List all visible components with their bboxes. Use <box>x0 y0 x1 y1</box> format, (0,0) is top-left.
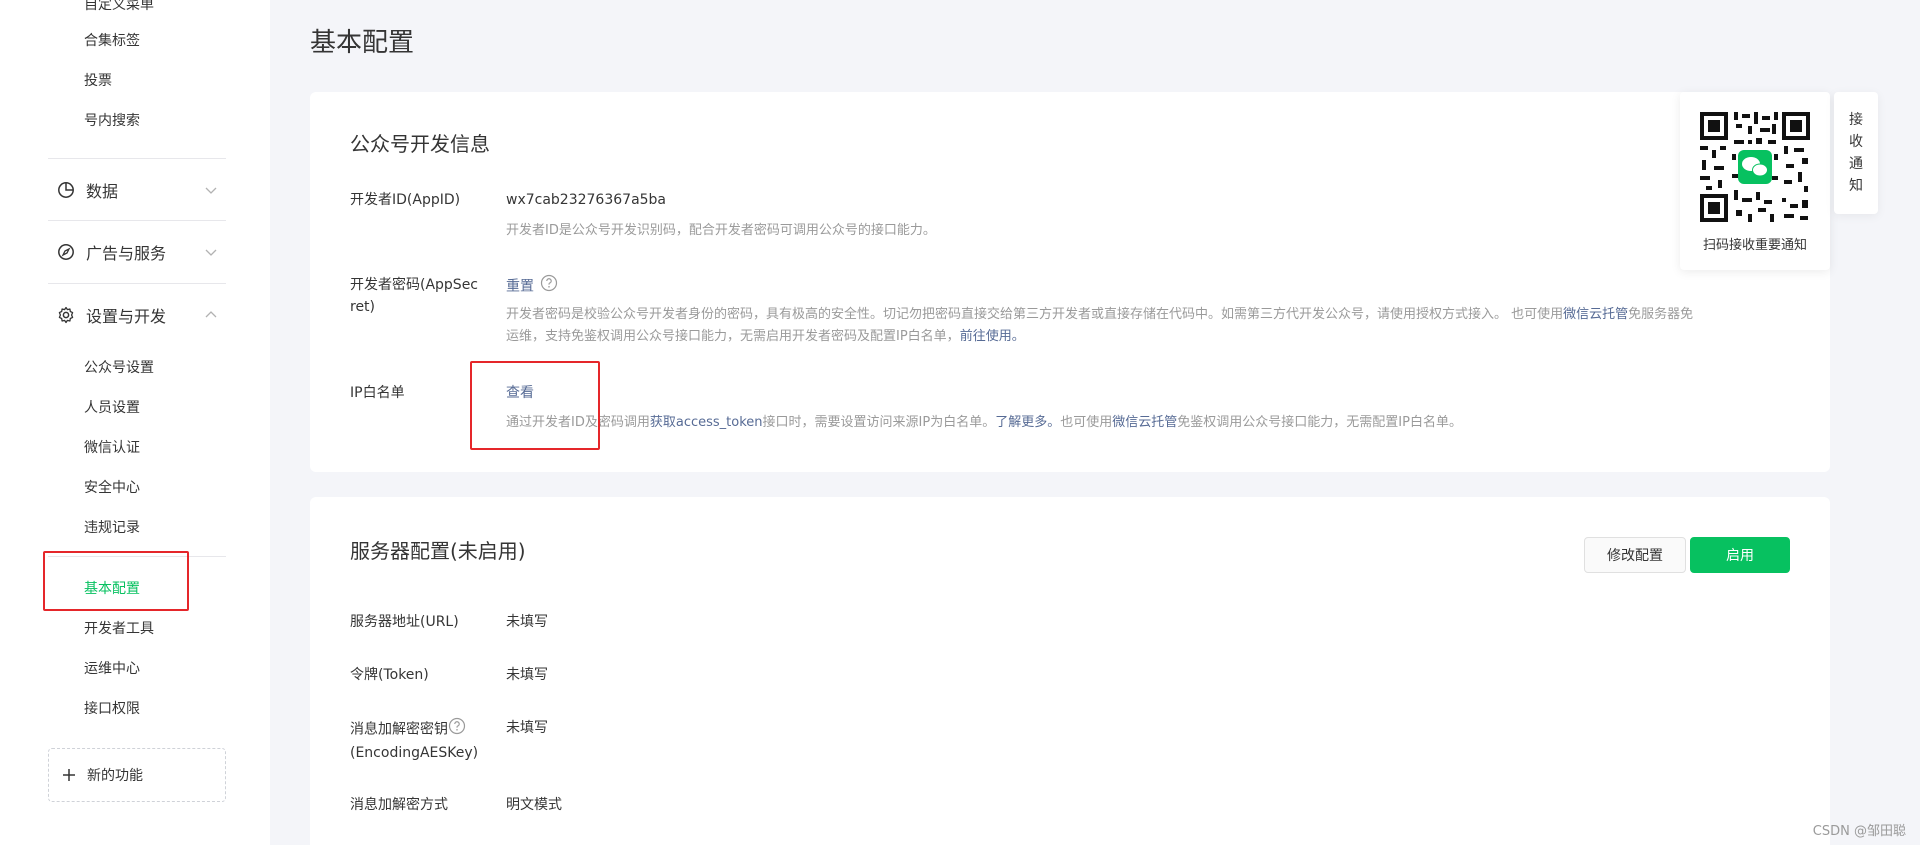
server-url-label: 服务器地址(URL) <box>350 614 459 630</box>
reset-secret-link[interactable]: 重置 <box>506 279 534 295</box>
dev-info-title: 公众号开发信息 <box>350 132 490 156</box>
notify-tab-char: 接 <box>1849 112 1863 128</box>
ip-whitelist-description: 通过开发者ID及密码调用获取access_token接口时，需要设置访问来源IP… <box>506 412 1786 434</box>
appsecret-label-line2: ret) <box>350 299 376 315</box>
appsecret-label: 开发者密码(AppSec ret) <box>350 274 478 318</box>
sidebar-item-wechat-verify[interactable]: 微信认证 <box>84 437 140 457</box>
question-mark-icon[interactable] <box>448 717 466 742</box>
get-access-token-link[interactable]: 获取access_token <box>650 415 763 430</box>
sidebar-group-ads-services[interactable]: 广告与服务 <box>48 232 226 272</box>
annotation-highlight-box <box>43 551 189 611</box>
notify-tab-char: 通 <box>1849 156 1863 172</box>
receive-notification-tab[interactable]: 接 收 通 知 <box>1834 92 1878 214</box>
sidebar: 自定义菜单 合集标签 投票 号内搜索 数据 广告与服务 设置与开发 公众号设置 … <box>0 0 270 845</box>
sidebar-item-account-settings[interactable]: 公众号设置 <box>84 357 154 377</box>
ip-whitelist-label: IP白名单 <box>350 385 405 401</box>
appid-label: 开发者ID(AppID) <box>350 192 461 208</box>
ip-desc-text: 免鉴权调用公众号接口能力，无需配置IP白名单。 <box>1177 415 1462 430</box>
aes-key-value: 未填写 <box>506 720 548 736</box>
sidebar-item-security-center[interactable]: 安全中心 <box>84 477 140 497</box>
sidebar-group-label: 广告与服务 <box>86 244 167 263</box>
sidebar-divider <box>48 220 226 221</box>
sidebar-group-settings-dev[interactable]: 设置与开发 <box>48 295 226 335</box>
chevron-down-icon <box>204 244 218 263</box>
question-mark-icon[interactable] <box>540 274 558 299</box>
appsecret-description: 开发者密码是校验公众号开发者身份的密码，具有极高的安全性。切记勿把密码直接交给第… <box>506 304 1786 348</box>
server-url-value: 未填写 <box>506 614 548 630</box>
watermark: CSDN @邹田聪 <box>1812 824 1906 839</box>
enable-button[interactable]: 启用 <box>1690 537 1790 573</box>
encryption-mode-label: 消息加解密方式 <box>350 797 448 813</box>
sidebar-item-api-permissions[interactable]: 接口权限 <box>84 698 140 718</box>
page-title: 基本配置 <box>310 28 415 58</box>
learn-more-link[interactable]: 了解更多。 <box>995 415 1060 430</box>
sidebar-divider <box>48 283 226 284</box>
wechat-cloud-hosting-link[interactable]: 微信云托管 <box>1563 307 1628 322</box>
aes-key-label-line2: (EncodingAESKey) <box>350 745 479 761</box>
ip-desc-text: 也可使用 <box>1060 415 1113 430</box>
go-use-link[interactable]: 前往使用。 <box>960 329 1025 344</box>
notify-tab-char: 收 <box>1849 134 1863 150</box>
sidebar-item-member-settings[interactable]: 人员设置 <box>84 397 140 417</box>
modify-config-button[interactable]: 修改配置 <box>1584 537 1686 573</box>
aes-key-label-line1: 消息加解密密钥 <box>350 721 448 738</box>
chevron-down-icon <box>204 182 218 201</box>
plus-icon <box>61 767 77 783</box>
chevron-up-icon <box>204 307 218 326</box>
sidebar-item-custom-menu[interactable]: 自定义菜单 <box>84 0 154 14</box>
appid-value: wx7cab23276367a5ba <box>506 192 667 208</box>
sidebar-item-search[interactable]: 号内搜索 <box>84 110 140 130</box>
ip-desc-text: 接口时，需要设置访问来源IP为白名单。 <box>762 415 996 430</box>
sidebar-group-label: 设置与开发 <box>86 307 167 326</box>
token-label: 令牌(Token) <box>350 667 429 683</box>
new-feature-label: 新的功能 <box>87 768 143 784</box>
wechat-cloud-hosting-link[interactable]: 微信云托管 <box>1112 415 1177 430</box>
new-feature-button[interactable]: 新的功能 <box>48 748 226 802</box>
appsecret-value: 重置 <box>506 274 558 299</box>
appsecret-desc-text: 开发者密码是校验公众号开发者身份的密码，具有极高的安全性。切记勿把密码直接交给第… <box>506 307 1564 322</box>
compass-icon <box>56 242 76 262</box>
qr-caption: 扫码接收重要通知 <box>1702 238 1807 253</box>
server-config-title: 服务器配置(未启用) <box>350 539 526 563</box>
token-value: 未填写 <box>506 667 548 683</box>
sidebar-divider <box>48 158 226 159</box>
sidebar-item-vote[interactable]: 投票 <box>84 70 112 90</box>
annotation-highlight-box <box>470 361 600 450</box>
appsecret-desc-text: 运维，支持免鉴权调用公众号接口能力，无需启用开发者密码及配置IP白名单， <box>506 329 960 344</box>
notify-tab-char: 知 <box>1849 178 1863 194</box>
sidebar-group-data[interactable]: 数据 <box>48 170 226 210</box>
sidebar-item-collection-tags[interactable]: 合集标签 <box>84 30 140 50</box>
sidebar-group-label: 数据 <box>86 182 119 201</box>
gear-icon <box>56 305 76 325</box>
appid-description: 开发者ID是公众号开发识别码，配合开发者密码可调用公众号的接口能力。 <box>506 223 936 238</box>
pie-chart-icon <box>56 180 76 200</box>
aes-key-label: 消息加解密密钥 (EncodingAESKey) <box>350 717 478 764</box>
sidebar-item-dev-tools[interactable]: 开发者工具 <box>84 618 154 638</box>
sidebar-item-ops-center[interactable]: 运维中心 <box>84 658 140 678</box>
qr-notification-widget: 扫码接收重要通知 <box>1680 92 1830 270</box>
appsecret-label-line1: 开发者密码(AppSec <box>350 277 479 293</box>
qr-code-icon <box>1698 110 1812 224</box>
server-config-card: 服务器配置(未启用) 修改配置 启用 服务器地址(URL) 未填写 令牌(Tok… <box>310 497 1830 845</box>
encryption-mode-value: 明文模式 <box>506 797 562 813</box>
appsecret-desc-text: 免服务器免 <box>1628 307 1694 322</box>
sidebar-item-violation-records[interactable]: 违规记录 <box>84 517 140 537</box>
